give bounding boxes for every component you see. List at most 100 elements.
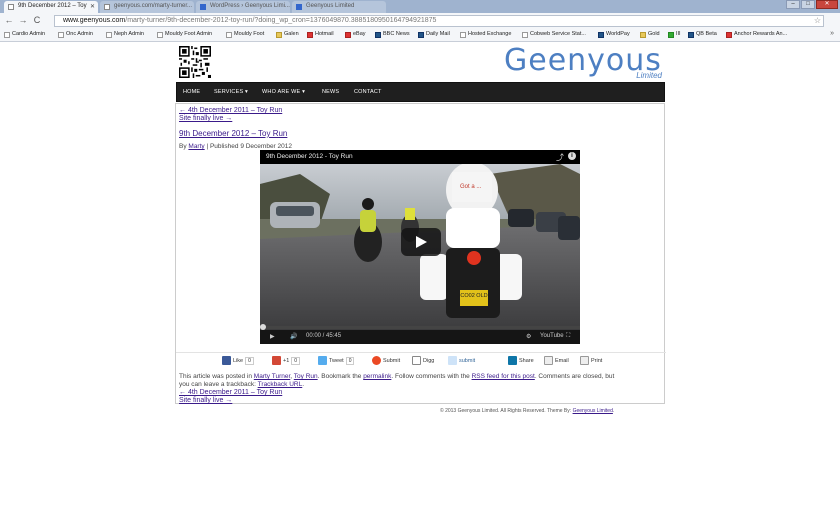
tab-4[interactable]: Geenyous Limited (292, 1, 386, 13)
fullscreen-icon[interactable]: ⛶ (566, 333, 570, 340)
video-title[interactable]: 9th December 2012 - Toy Run (266, 153, 353, 160)
print-button[interactable]: Print (580, 356, 602, 366)
minimize-button[interactable]: – (786, 0, 800, 9)
maximize-button[interactable]: □ (801, 0, 815, 9)
forward-button[interactable]: → (18, 15, 28, 25)
category-marty-turner-link[interactable]: Marty Turner (254, 373, 290, 380)
qr-code-icon (179, 46, 211, 78)
bookmark-anchor-rewards[interactable]: Anchor Rewards An... (726, 31, 787, 38)
folder-icon (640, 32, 646, 38)
licence-plate: CO02 OLD (460, 293, 487, 299)
post-byline: By Marty | Published 9 December 2012 (179, 143, 292, 150)
bookmark-galen-folder[interactable]: Galen (276, 31, 299, 38)
digg-button[interactable]: Digg (412, 356, 434, 366)
logo-subtitle: Limited (636, 71, 662, 80)
category-toy-run-link[interactable]: Toy Run (294, 373, 318, 380)
url-host: www.geenyous.com (63, 17, 126, 24)
folder-icon (276, 32, 282, 38)
prev-post-link-bottom[interactable]: ← 4th December 2011 – Toy Run (179, 389, 282, 396)
browser-toolbar: ← → C www.geenyous.com/marty-turner/9th-… (0, 13, 840, 37)
nav-services[interactable]: SERVICES ▾ (214, 89, 248, 95)
close-tab-icon[interactable]: ✕ (90, 3, 95, 10)
volume-icon[interactable]: 🔊 (290, 333, 297, 340)
page-favicon-icon (104, 4, 110, 10)
web-page: Geenyous Limited HOME SERVICES ▾ WHO ARE… (0, 42, 840, 525)
trackback-url-link[interactable]: Trackback URL (258, 381, 303, 388)
bookmark-hosted-exchange[interactable]: Hosted Exchange (460, 31, 511, 38)
print-icon (580, 356, 589, 365)
nav-home[interactable]: HOME (183, 89, 200, 95)
bookmark-cobweb[interactable]: Cobweb Service Stat... (522, 31, 586, 38)
stumbleupon-button[interactable]: Submit (372, 356, 400, 366)
anchor-icon (726, 32, 732, 38)
youtube-logo[interactable]: YouTube (540, 333, 564, 339)
bookmark-qb-beta[interactable]: QB Beta (688, 31, 717, 38)
page-icon (522, 32, 528, 38)
url-path: /marty-turner/9th-december-2012-toy-run/… (125, 17, 437, 24)
windows-icon (307, 32, 313, 38)
page-icon (106, 32, 112, 38)
tab-active[interactable]: 9th December 2012 – Toy ✕ (4, 1, 98, 13)
linkedin-share-button[interactable]: Share (508, 356, 534, 366)
twitter-icon (318, 356, 327, 365)
tab-title: 9th December 2012 – Toy (18, 3, 87, 9)
tab-2[interactable]: geenyous.com/marty-turner... (100, 1, 194, 13)
tab-title: geenyous.com/marty-turner... (114, 3, 193, 9)
facebook-like-button[interactable]: Like 0 (222, 356, 254, 366)
settings-icon[interactable]: ⚙ (526, 333, 531, 340)
site-footer: © 2013 Geenyous Limited. All Rights Rese… (440, 408, 615, 414)
tab-title: Geenyous Limited (306, 3, 355, 9)
google-plus-icon (272, 356, 281, 365)
tweet-button[interactable]: Tweet 0 (318, 356, 355, 366)
video-controls: ▶ 🔊 00:00 / 45:45 ⚙ YouTube ⛶ (260, 330, 580, 344)
author-link[interactable]: Marty (188, 143, 204, 150)
video-time: 00:00 / 45:45 (306, 333, 342, 339)
bookmark-bbc-news[interactable]: BBC News (375, 31, 410, 38)
footer-theme-link[interactable]: Geenyous Limited (573, 408, 613, 414)
play-button[interactable] (401, 228, 441, 256)
bookmark-hotmail[interactable]: Hotmail (307, 31, 334, 38)
prev-post-link-top[interactable]: ← 4th December 2011 – Toy Run (179, 107, 282, 114)
bookmark-onc-admin[interactable]: Onc Admin (58, 31, 93, 38)
youtube-video-player[interactable]: 9th December 2012 - Toy Run ⤴ i Got a ..… (260, 150, 580, 344)
bookmark-ebay[interactable]: eBay (345, 31, 366, 38)
play-icon[interactable]: ▶ (270, 333, 275, 340)
address-bar[interactable]: www.geenyous.com/marty-turner/9th-decemb… (54, 15, 824, 27)
bookmark-star-icon[interactable]: ☆ (814, 16, 821, 26)
bookmark-mouldy-foot-admin[interactable]: Mouldy Foot Admin (157, 31, 212, 38)
tab-3[interactable]: WordPress › Geenyous Limi... (196, 1, 290, 13)
next-post-link-top[interactable]: Site finally live → (179, 115, 232, 122)
bookmark-neph-admin[interactable]: Neph Admin (106, 31, 144, 38)
bookmarks-overflow-icon[interactable]: » (830, 30, 834, 37)
bookmark-cardio-admin[interactable]: Cardio Admin (4, 31, 45, 38)
nav-who-are-we[interactable]: WHO ARE WE ▾ (262, 89, 305, 95)
close-window-button[interactable]: ✕ (816, 0, 838, 9)
page-favicon-icon (8, 4, 14, 10)
tab-title: WordPress › Geenyous Limi... (210, 3, 290, 9)
main-navigation: HOME SERVICES ▾ WHO ARE WE ▾ NEWS CONTAC… (176, 82, 665, 102)
info-icon[interactable]: i (568, 152, 576, 160)
rss-feed-link[interactable]: RSS feed for this post (472, 373, 535, 380)
site-logo[interactable]: Geenyous Limited (504, 45, 664, 81)
share-icon[interactable]: ⤴ (556, 152, 564, 163)
bookmark-daily-mail[interactable]: Daily Mail (418, 31, 450, 38)
page-icon (4, 32, 10, 38)
nav-contact[interactable]: CONTACT (354, 89, 382, 95)
bookmark-gold-folder[interactable]: Gold (640, 31, 660, 38)
play-icon (416, 236, 427, 248)
video-progress-bar[interactable] (260, 324, 580, 330)
reload-button[interactable]: C (32, 15, 42, 25)
stumbleupon-icon (372, 356, 381, 365)
bbc-icon (375, 32, 381, 38)
bookmark-iii[interactable]: III (668, 31, 681, 38)
bookmark-worldpay[interactable]: WorldPay (598, 31, 630, 38)
post-title[interactable]: 9th December 2012 – Toy Run (179, 129, 287, 138)
bookmark-mouldy-foot[interactable]: Mouldy Foot (226, 31, 264, 38)
google-plus-button[interactable]: +1 0 (272, 356, 301, 366)
nav-news[interactable]: NEWS (322, 89, 339, 95)
next-post-link-bottom[interactable]: Site finally live → (179, 397, 232, 404)
email-button[interactable]: Email (544, 356, 569, 366)
reddit-button[interactable]: submit (448, 356, 475, 366)
permalink-link[interactable]: permalink (363, 373, 391, 380)
back-button[interactable]: ← (4, 15, 14, 25)
